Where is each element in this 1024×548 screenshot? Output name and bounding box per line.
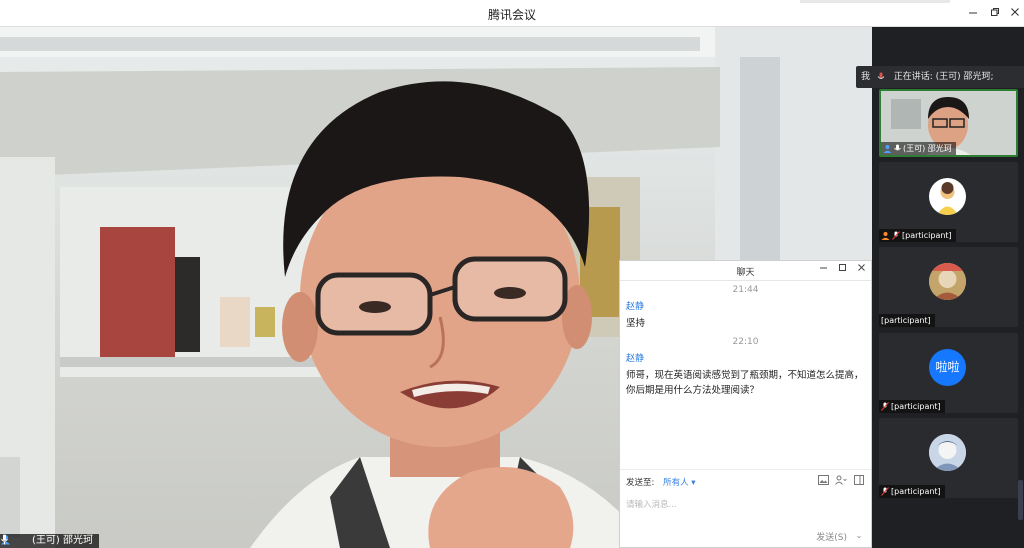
title-bar: 腾讯会议: [0, 0, 1024, 27]
participant-name: [participant]: [881, 316, 931, 325]
participant-name-tag: [participant]: [879, 229, 956, 242]
message-text: 师哥，现在英语阅读感觉到了瓶颈期，不知道怎么提高，你后期是用什么方法处理阅读？: [626, 370, 864, 396]
minimize-icon: [819, 267, 827, 269]
message-sender[interactable]: 赵静: [626, 351, 865, 364]
title-bar-strip: [800, 0, 950, 3]
chat-message-list[interactable]: 21:44 赵静 坚持 22:10 赵静 师哥，现在英语阅读感觉到了瓶颈期，不知…: [620, 281, 871, 469]
speaking-mic-icon: [877, 72, 885, 79]
send-to-row: 发送至: 所有人 ▾: [626, 476, 696, 488]
speaking-text: 正在讲话: (王可) 邵光珂;: [893, 72, 994, 82]
maximize-icon: [838, 264, 846, 271]
minimize-button[interactable]: [962, 3, 984, 23]
close-icon: [1011, 8, 1019, 16]
chat-panel: 聊天 21:44 赵静 坚持 22:10 赵静 师哥，现在英语阅读感觉到了瓶颈期…: [619, 260, 872, 548]
microphone-muted-icon: [881, 487, 889, 496]
chat-header: 聊天: [620, 261, 871, 281]
restore-icon: [991, 8, 999, 16]
speaking-indicator: 我 正在讲话: (王可) 邵光珂;: [856, 66, 1024, 88]
user-icon: [883, 145, 892, 153]
participant-avatar: 啦啦: [929, 349, 966, 386]
recipient-value: 所有人: [663, 478, 689, 488]
chat-minimize-button[interactable]: [816, 263, 830, 277]
participant-avatar: [929, 178, 966, 215]
meeting-window: 腾讯会议 (王可) 邵光珂 我 正在讲话: (王可) 邵光珂; (王可) 邵光珂…: [0, 0, 1024, 548]
participant-tile[interactable]: [participant]: [879, 247, 1018, 327]
sidebar-scrollbar[interactable]: [1018, 480, 1023, 520]
send-button[interactable]: 发送(S): [816, 530, 847, 543]
popout-icon[interactable]: [853, 474, 865, 486]
member-permission-icon[interactable]: [835, 474, 847, 486]
message-timestamp: 22:10: [732, 337, 759, 347]
participant-name-tag: [participant]: [879, 400, 945, 413]
main-speaker-tag: (王可) 邵光珂: [0, 534, 99, 548]
user-icon: [881, 232, 890, 240]
main-speaker-name: (王可) 邵光珂: [32, 535, 93, 546]
close-button[interactable]: [1004, 3, 1024, 23]
recipient-dropdown[interactable]: 所有人 ▾: [663, 478, 696, 488]
minimize-icon: [969, 12, 977, 14]
chat-close-button[interactable]: [854, 263, 868, 277]
participant-tile[interactable]: [participant]: [879, 418, 1018, 498]
participant-name-tag: [participant]: [879, 485, 945, 498]
message-text: 坚持: [626, 318, 646, 329]
participant-name-tag: (王可) 邵光珂: [881, 142, 956, 155]
chat-title: 聊天: [736, 268, 755, 278]
participant-avatar: [929, 263, 966, 300]
chat-composer: 发送至: 所有人 ▾ 发送(S) ⌄: [620, 469, 871, 547]
participant-tile[interactable]: [participant]: [879, 162, 1018, 242]
send-to-label: 发送至:: [626, 478, 655, 488]
participant-name: [participant]: [891, 402, 941, 411]
me-label: 我: [861, 72, 871, 82]
participant-name: [participant]: [902, 231, 952, 240]
send-options-chevron-icon[interactable]: ⌄: [853, 531, 865, 543]
microphone-muted-icon: [892, 231, 900, 240]
composer-toolbar: [817, 474, 865, 486]
chat-maximize-button[interactable]: [835, 263, 849, 277]
microphone-muted-icon: [881, 402, 889, 411]
participant-name-tag: [participant]: [879, 314, 935, 327]
window-title: 腾讯会议: [487, 8, 536, 22]
participant-avatar: [929, 434, 966, 471]
participant-name: (王可) 邵光珂: [903, 144, 952, 153]
microphone-icon: [894, 144, 901, 151]
participant-name: [participant]: [891, 487, 941, 496]
participant-tile[interactable]: 啦啦 [participant]: [879, 333, 1018, 413]
caret-down-icon: ▾: [691, 478, 696, 488]
chat-message-input[interactable]: [626, 490, 864, 520]
close-icon: [857, 264, 865, 271]
microphone-icon: [1, 534, 29, 547]
participant-tile[interactable]: (王可) 邵光珂: [879, 89, 1018, 157]
message-timestamp: 21:44: [732, 285, 759, 295]
restore-button[interactable]: [984, 3, 1006, 23]
image-icon[interactable]: [817, 474, 829, 486]
message-sender[interactable]: 赵静: [626, 299, 865, 312]
